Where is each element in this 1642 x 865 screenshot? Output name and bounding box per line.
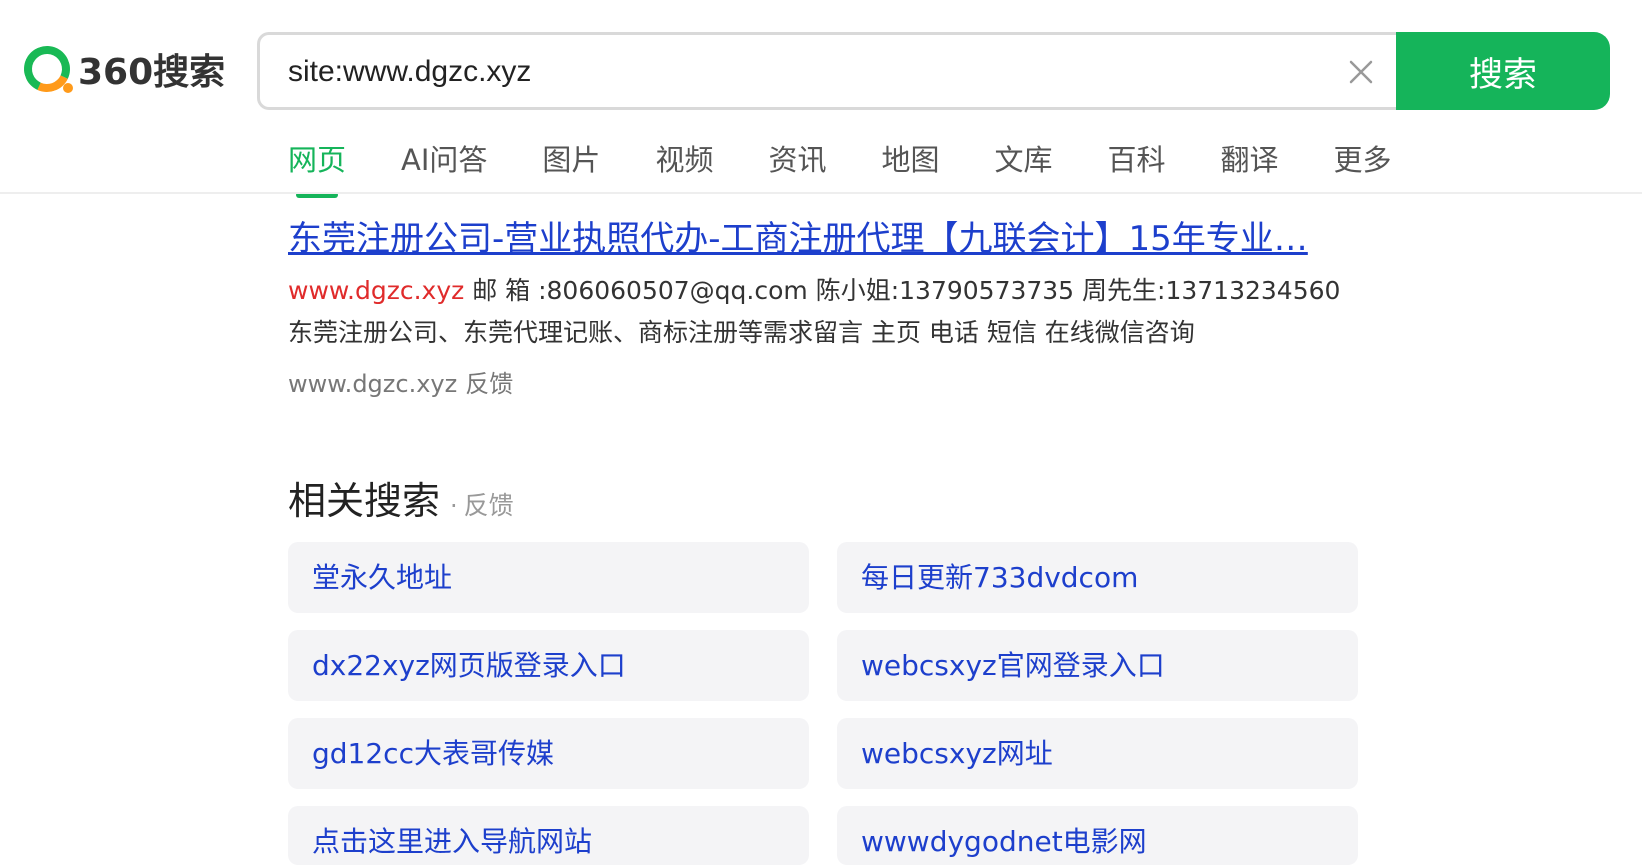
related-title: 相关搜索 [288, 479, 441, 523]
result-meta: www.dgzc.xyz 反馈 [288, 364, 1358, 399]
related-searches: 相关搜索 · 反馈 堂永久地址 每日更新733dvdcom dx22xyz网页版… [288, 470, 1358, 865]
tab-library[interactable]: 文库 [994, 138, 1052, 198]
related-item[interactable]: webcsxyz网址 [837, 718, 1358, 789]
search-box [257, 32, 1404, 110]
tab-encyclopedia[interactable]: 百科 [1108, 138, 1166, 198]
result-title-link[interactable]: 东莞注册公司-营业执照代办-工商注册代理【九联会计】15年专业… [288, 216, 1358, 262]
related-item[interactable]: dx22xyz网页版登录入口 [288, 630, 809, 701]
clear-icon[interactable] [1348, 59, 1374, 85]
related-separator: · [450, 492, 458, 520]
snippet-url: www.dgzc.xyz [288, 276, 465, 305]
search-input[interactable] [288, 52, 1288, 92]
result-feedback-link[interactable]: 反馈 [465, 370, 513, 398]
tab-ai-qa[interactable]: AI问答 [401, 138, 487, 198]
header-divider [0, 192, 1642, 194]
related-item[interactable]: webcsxyz官网登录入口 [837, 630, 1358, 701]
tab-webpage[interactable]: 网页 [288, 138, 346, 198]
tab-videos[interactable]: 视频 [655, 138, 713, 198]
related-feedback-link[interactable]: 反馈 [464, 486, 514, 522]
related-item[interactable]: wwwdygodnet电影网 [837, 806, 1358, 865]
search-button[interactable]: 搜索 [1396, 32, 1610, 110]
nav-tabs: 网页 AI问答 图片 视频 资讯 地图 文库 百科 翻译 更多 [288, 138, 1447, 198]
related-item[interactable]: 每日更新733dvdcom [837, 542, 1358, 613]
related-item[interactable]: 点击这里进入导航网站 [288, 806, 809, 865]
tab-maps[interactable]: 地图 [881, 138, 939, 198]
tab-images[interactable]: 图片 [542, 138, 600, 198]
logo-text: 360搜索 [78, 52, 226, 93]
tab-more[interactable]: 更多 [1334, 138, 1392, 198]
search-result: 东莞注册公司-营业执照代办-工商注册代理【九联会计】15年专业… www.dgz… [288, 216, 1358, 399]
tab-translate[interactable]: 翻译 [1221, 138, 1279, 198]
related-header: 相关搜索 · 反馈 [288, 470, 514, 525]
result-display-url[interactable]: www.dgzc.xyz [288, 370, 457, 398]
result-snippet: www.dgzc.xyz 邮 箱 :806060507@qq.com 陈小姐:1… [288, 270, 1358, 354]
logo[interactable]: 360搜索 [17, 39, 226, 99]
related-item[interactable]: gd12cc大表哥传媒 [288, 718, 809, 789]
logo-dot [63, 83, 73, 93]
tab-news[interactable]: 资讯 [768, 138, 826, 198]
logo-mark [17, 39, 77, 99]
related-item[interactable]: 堂永久地址 [288, 542, 809, 613]
